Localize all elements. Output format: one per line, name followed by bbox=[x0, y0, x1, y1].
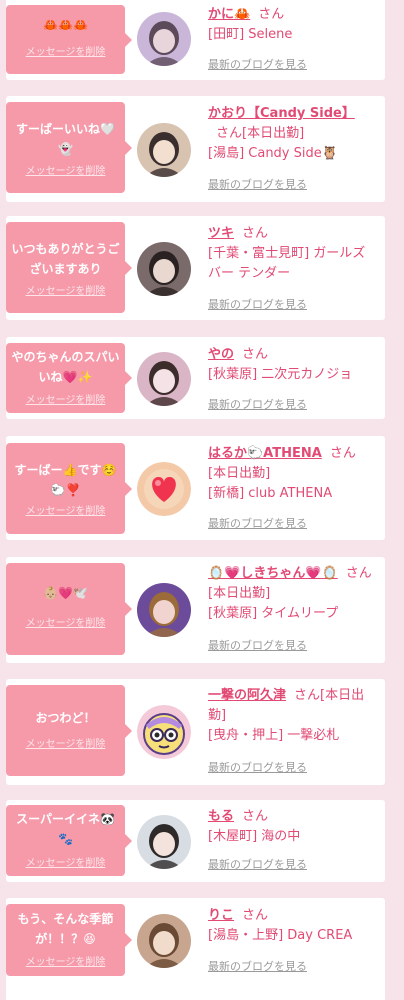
message-text: もう、そんな季節が！！？😆 bbox=[17, 912, 114, 946]
latest-blog-link[interactable]: 最新のブログを見る bbox=[208, 761, 307, 775]
avatar-photo[interactable] bbox=[137, 123, 191, 177]
work-status: [本日出勤] bbox=[208, 586, 271, 601]
latest-blog-link[interactable]: 最新のブログを見る bbox=[208, 178, 307, 192]
delete-message-link[interactable]: メッセージを削除 bbox=[6, 858, 125, 870]
avatar-photo[interactable] bbox=[137, 815, 191, 869]
latest-blog-link[interactable]: 最新のブログを見る bbox=[208, 858, 307, 872]
girl-info: 一撃の阿久津 さん[本日出勤] [曳舟・押上] 一撃必札 bbox=[208, 686, 373, 746]
shop-name: [湯島・上野] Day CREA bbox=[208, 928, 353, 943]
girl-name-link[interactable]: もる bbox=[208, 809, 234, 824]
cartoon-mascot-avatar[interactable] bbox=[137, 705, 191, 759]
girl-info: りこ さん [湯島・上野] Day CREA bbox=[208, 906, 373, 946]
honorific: さん bbox=[258, 7, 285, 22]
girl-info: ツキ さん [千葉・富士見町] ガールズバー テンダー bbox=[208, 224, 373, 284]
message-text: スーパーイイネ🐼🐾 bbox=[16, 812, 115, 846]
heart-emoji-avatar[interactable] bbox=[137, 462, 191, 516]
shop-name: [田町] Selene bbox=[208, 27, 293, 42]
avatar-photo[interactable] bbox=[137, 583, 191, 637]
message-bubble: すーばーいいね🤍👻 メッセージを削除 bbox=[6, 102, 132, 193]
girl-info: 🪞💗しきちゃん💗🪞 さん [本日出勤] [秋葉原] タイムリープ bbox=[208, 564, 373, 624]
delete-message-link[interactable]: メッセージを削除 bbox=[6, 506, 125, 518]
message-bubble: もう、そんな季節が！！？😆 メッセージを削除 bbox=[6, 904, 132, 976]
girl-info: かおり【Candy Side】さん[本日出勤] [湯島] Candy Side🦉 bbox=[208, 104, 373, 164]
message-bubble: 👶🏼💗🕊️ メッセージを削除 bbox=[6, 563, 132, 655]
latest-blog-link[interactable]: 最新のブログを見る bbox=[208, 398, 307, 412]
avatar-photo[interactable] bbox=[137, 352, 191, 406]
shop-name: [新橋] club ATHENA bbox=[208, 486, 333, 501]
latest-blog-link[interactable]: 最新のブログを見る bbox=[208, 517, 307, 531]
girl-name-link[interactable]: ツキ bbox=[208, 226, 234, 241]
latest-blog-link[interactable]: 最新のブログを見る bbox=[208, 298, 307, 312]
girl-name-link[interactable]: はるか🐑ATHENA bbox=[208, 446, 322, 461]
message-text: すーばーいいね🤍👻 bbox=[16, 122, 115, 156]
girl-name-link[interactable]: かに🦀 bbox=[208, 7, 250, 22]
delete-message-link[interactable]: メッセージを削除 bbox=[6, 286, 125, 298]
message-text: やのちゃんのスパいいね💗✨ bbox=[11, 350, 120, 384]
girl-info: もる さん [木屋町] 海の中 bbox=[208, 807, 373, 847]
avatar-photo[interactable] bbox=[137, 914, 191, 968]
delete-message-link[interactable]: メッセージを削除 bbox=[6, 166, 125, 178]
delete-message-link[interactable]: メッセージを削除 bbox=[6, 957, 125, 969]
shop-name: [湯島] Candy Side🦉 bbox=[208, 146, 338, 161]
latest-blog-link[interactable]: 最新のブログを見る bbox=[208, 960, 307, 974]
work-status: [本日出勤] bbox=[208, 466, 271, 481]
message-bubble: いつもありがとうございますありメッセージを削除 bbox=[6, 222, 132, 313]
delete-message-link[interactable]: メッセージを削除 bbox=[6, 47, 125, 59]
message-list: 🦀🦀🦀 メッセージを削除 かに🦀 さん [田町] Selene 最新のブログを見る すーばー… bbox=[0, 0, 404, 1000]
honorific: さん bbox=[242, 347, 269, 362]
girl-info: やの さん [秋葉原] 二次元カノジョ bbox=[208, 345, 373, 385]
message-text: 🦀🦀🦀 bbox=[43, 18, 88, 32]
delete-message-link[interactable]: メッセージを削除 bbox=[6, 395, 125, 407]
message-bubble: おつわど！ メッセージを削除 bbox=[6, 685, 132, 776]
honorific: さん bbox=[216, 126, 243, 141]
honorific: さん bbox=[329, 446, 356, 461]
latest-blog-link[interactable]: 最新のブログを見る bbox=[208, 639, 307, 653]
avatar-photo[interactable] bbox=[137, 242, 191, 296]
message-text: おつわど！ bbox=[35, 711, 96, 725]
message-bubble: スーパーイイネ🐼🐾 メッセージを削除 bbox=[6, 805, 132, 876]
honorific: さん bbox=[242, 908, 269, 923]
shop-name: [木屋町] 海の中 bbox=[208, 829, 301, 844]
girl-name-link[interactable]: かおり【Candy Side】 bbox=[208, 106, 355, 121]
message-text: 👶🏼💗🕊️ bbox=[43, 586, 88, 600]
girl-info: はるか🐑ATHENA さん [本日出勤] [新橋] club ATHENA bbox=[208, 444, 373, 504]
girl-info: かに🦀 さん [田町] Selene bbox=[208, 5, 373, 45]
delete-message-link[interactable]: メッセージを削除 bbox=[6, 618, 125, 630]
message-text: いつもありがとうございますあり bbox=[11, 242, 120, 276]
shop-name: [千葉・富士見町] ガールズバー テンダー bbox=[208, 246, 366, 281]
girl-name-link[interactable]: 一撃の阿久津 bbox=[208, 688, 286, 703]
avatar-photo[interactable] bbox=[137, 12, 191, 66]
message-bubble: やのちゃんのスパいいね💗✨ メッセージを削除 bbox=[6, 343, 132, 413]
girl-name-link[interactable]: 🪞💗しきちゃん💗🪞 bbox=[208, 566, 338, 581]
girl-name-link[interactable]: りこ bbox=[208, 908, 234, 923]
honorific: さん bbox=[242, 226, 269, 241]
message-bubble: 🦀🦀🦀 メッセージを削除 bbox=[6, 5, 132, 74]
girl-name-link[interactable]: やの bbox=[208, 347, 234, 362]
work-status: [本日出勤] bbox=[242, 126, 305, 141]
shop-name: [曳舟・押上] 一撃必札 bbox=[208, 728, 340, 743]
delete-message-link[interactable]: メッセージを削除 bbox=[6, 739, 125, 751]
shop-name: [秋葉原] 二次元カノジョ bbox=[208, 367, 353, 382]
honorific: さん bbox=[242, 809, 269, 824]
shop-name: [秋葉原] タイムリープ bbox=[208, 606, 339, 621]
message-bubble: すーばー👍です☺️🐑❣️ メッセージを削除 bbox=[6, 443, 132, 534]
latest-blog-link[interactable]: 最新のブログを見る bbox=[208, 58, 307, 72]
message-text: すーばー👍です☺️🐑❣️ bbox=[14, 463, 117, 497]
honorific: さん bbox=[294, 688, 321, 703]
honorific: さん bbox=[345, 566, 372, 581]
